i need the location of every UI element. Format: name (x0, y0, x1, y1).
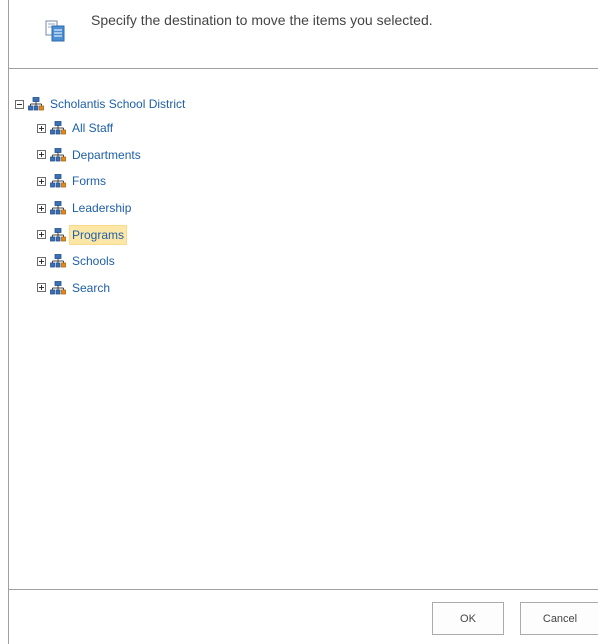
move-items-dialog: Specify the destination to move the item… (0, 0, 598, 644)
site-icon (50, 227, 66, 242)
tree-node-label[interactable]: Departments (69, 145, 144, 165)
site-icon (50, 254, 66, 268)
site-icon (50, 147, 66, 162)
tree-node-programs[interactable]: Programs (37, 221, 188, 248)
tree-node-label[interactable]: Schools (69, 251, 118, 271)
site-icon (50, 280, 66, 295)
tree-children: All Staff Departments Forms Leadership P… (15, 115, 188, 301)
expand-icon[interactable] (37, 123, 46, 133)
tree-node-forms[interactable]: Forms (37, 168, 188, 195)
tree-node-label[interactable]: Leadership (69, 198, 134, 218)
tree-node-all-staff[interactable]: All Staff (37, 115, 188, 142)
site-icon (50, 174, 66, 188)
tree-node-label[interactable]: Search (69, 278, 113, 298)
expand-icon[interactable] (37, 150, 46, 160)
ok-button[interactable]: OK (432, 602, 504, 635)
expand-icon[interactable] (37, 256, 46, 266)
expand-icon[interactable] (37, 176, 46, 186)
tree-node-departments[interactable]: Departments (37, 142, 188, 169)
tree-node-label[interactable]: Forms (69, 171, 109, 191)
tree-node-label[interactable]: All Staff (69, 118, 116, 138)
move-items-icon (45, 20, 65, 42)
instruction-text: Specify the destination to move the item… (91, 12, 433, 28)
expand-icon[interactable] (37, 283, 46, 293)
tree-node-label-selected[interactable]: Programs (69, 224, 128, 245)
tree-node-label[interactable]: Scholantis School District (47, 94, 188, 114)
tree-node-schools[interactable]: Schools (37, 248, 188, 275)
expand-icon[interactable] (37, 203, 46, 213)
cancel-button[interactable]: Cancel (520, 602, 598, 635)
destination-tree-panel: Scholantis School District All Staff Dep… (8, 68, 598, 590)
dialog-footer: OK Cancel (8, 590, 598, 644)
tree-node-search[interactable]: Search (37, 275, 188, 302)
site-icon (50, 121, 66, 135)
site-tree: Scholantis School District All Staff Dep… (15, 93, 188, 301)
collapse-icon[interactable] (15, 99, 24, 109)
expand-icon[interactable] (37, 230, 46, 240)
dialog-header: Specify the destination to move the item… (8, 0, 598, 68)
site-icon (50, 201, 66, 215)
tree-node-root[interactable]: Scholantis School District (15, 93, 188, 115)
site-icon (28, 97, 44, 111)
tree-node-leadership[interactable]: Leadership (37, 195, 188, 222)
